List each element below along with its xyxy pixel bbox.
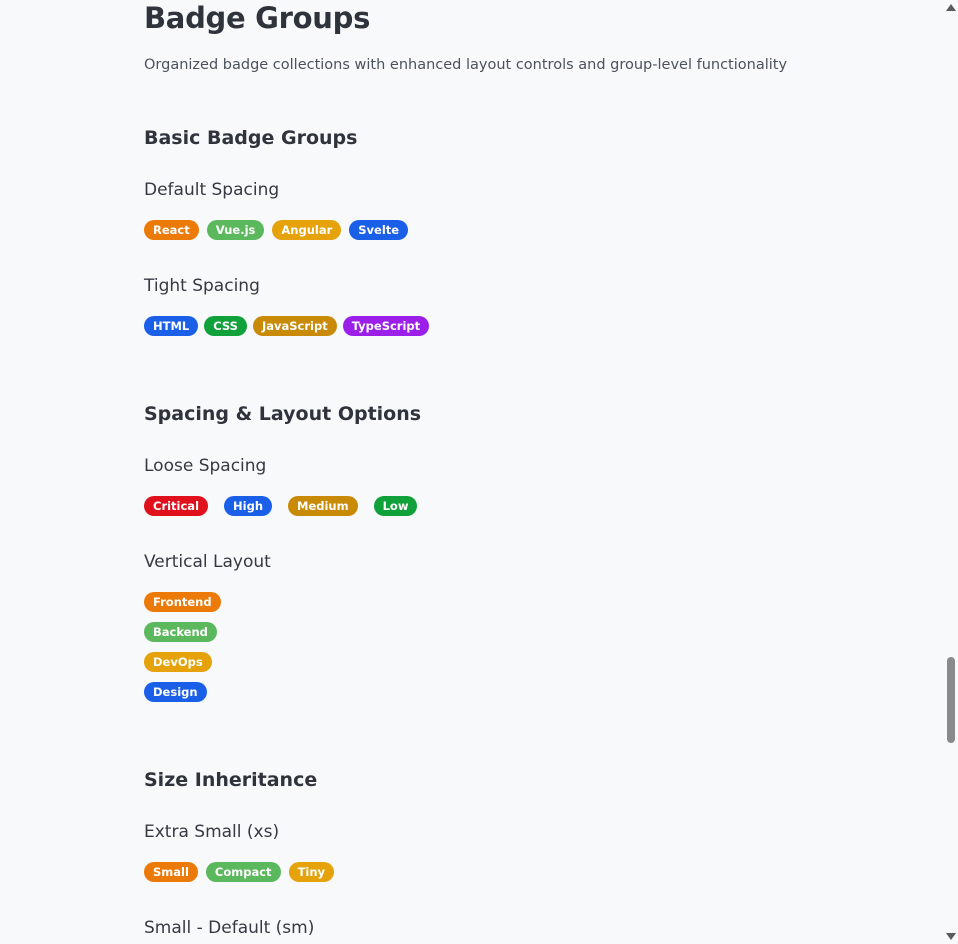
badge-css[interactable]: CSS: [204, 316, 247, 336]
section-title-spacing-layout-options: Spacing & Layout Options: [144, 403, 422, 425]
badge-devops[interactable]: DevOps: [144, 652, 212, 672]
badge-compact[interactable]: Compact: [205, 862, 281, 882]
badge-design[interactable]: Design: [144, 682, 207, 702]
group-title-tight-spacing: Tight Spacing: [144, 276, 260, 296]
badge-vuejs[interactable]: Vue.js: [206, 220, 265, 240]
section-title-basic-badge-groups: Basic Badge Groups: [144, 127, 358, 149]
badge-group-loose-spacing: Critical High Medium Low: [144, 496, 433, 516]
vertical-scrollbar[interactable]: [944, 0, 958, 944]
group-title-loose-spacing: Loose Spacing: [144, 456, 267, 476]
badge-medium[interactable]: Medium: [288, 496, 358, 516]
scrollbar-thumb[interactable]: [947, 657, 955, 743]
badge-group-vertical-layout: Frontend Backend DevOps Design: [144, 592, 221, 712]
badge-typescript[interactable]: TypeScript: [342, 316, 430, 336]
badge-html[interactable]: HTML: [144, 316, 199, 336]
badge-low[interactable]: Low: [373, 496, 418, 516]
group-title-vertical-layout: Vertical Layout: [144, 552, 271, 572]
scroll-down-arrow-icon[interactable]: [946, 933, 956, 940]
badge-group-tight-spacing: HTML CSS JavaScript TypeScript: [144, 316, 435, 336]
group-title-default-spacing: Default Spacing: [144, 180, 280, 200]
badge-small[interactable]: Small: [144, 862, 198, 882]
badge-svelte[interactable]: Svelte: [349, 220, 409, 240]
badge-group-default-spacing: React Vue.js Angular Svelte: [144, 220, 416, 240]
group-title-extra-small: Extra Small (xs): [144, 822, 280, 842]
badge-frontend[interactable]: Frontend: [144, 592, 221, 612]
badge-group-extra-small: Small Compact Tiny: [144, 862, 342, 882]
page-subtitle: Organized badge collections with enhance…: [144, 57, 788, 73]
group-title-small-default: Small - Default (sm): [144, 918, 315, 938]
badge-tiny[interactable]: Tiny: [288, 862, 335, 882]
badge-high[interactable]: High: [224, 496, 273, 516]
badge-javascript[interactable]: JavaScript: [252, 316, 337, 336]
badge-critical[interactable]: Critical: [144, 496, 209, 516]
page-title: Badge Groups: [144, 1, 371, 35]
badge-backend[interactable]: Backend: [144, 622, 217, 642]
badge-react[interactable]: React: [144, 220, 199, 240]
scroll-up-arrow-icon[interactable]: [946, 4, 956, 11]
badge-angular[interactable]: Angular: [272, 220, 342, 240]
section-title-size-inheritance: Size Inheritance: [144, 769, 318, 791]
